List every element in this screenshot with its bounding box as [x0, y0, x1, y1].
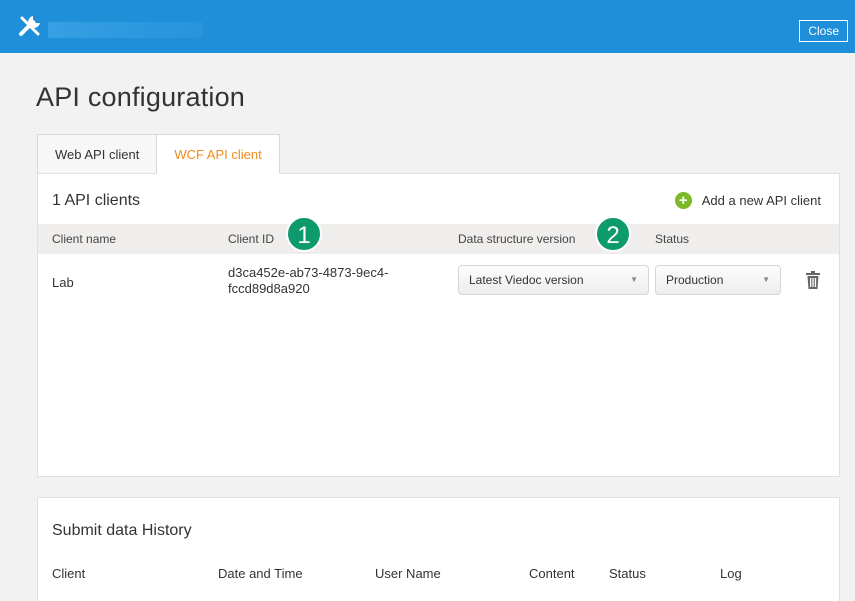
chevron-down-icon: ▼: [762, 275, 770, 284]
plus-icon: +: [674, 192, 692, 209]
add-api-client-label: Add a new API client: [701, 193, 821, 208]
history-title: Submit data History: [52, 522, 192, 539]
column-status: Status: [609, 566, 646, 581]
blurred-app-title: [48, 22, 203, 38]
column-log: Log: [720, 566, 742, 581]
tools-icon: [19, 16, 40, 36]
column-date-and-time: Date and Time: [218, 566, 303, 581]
column-client-id: Client ID: [228, 232, 275, 246]
tab-bar: Web API client WCF API client: [37, 134, 280, 174]
column-status: Status: [655, 232, 690, 246]
api-clients-count: 1 API clients: [52, 192, 141, 209]
data-structure-version-select[interactable]: Latest Viedoc version ▼: [458, 265, 649, 295]
column-client: Client: [52, 566, 86, 581]
status-select[interactable]: Production ▼: [655, 265, 781, 295]
top-bar: Close: [0, 0, 855, 53]
client-name: Lab: [52, 275, 74, 290]
trash-icon[interactable]: [806, 271, 820, 289]
tab-web-api-client[interactable]: Web API client: [37, 134, 158, 174]
client-id: d3ca452e-ab73-4873-9ec4- fccd89d8a920: [228, 265, 388, 297]
data-structure-version-value: Latest Viedoc version: [469, 273, 584, 287]
column-data-structure-version: Data structure version: [458, 232, 576, 246]
column-user-name: User Name: [375, 566, 441, 581]
column-client-name: Client name: [52, 232, 117, 246]
api-clients-panel: 1 API clients + Add a new API client Cli…: [37, 173, 840, 477]
client-id-line-2: fccd89d8a920: [228, 281, 310, 296]
client-id-line-1: d3ca452e-ab73-4873-9ec4-: [228, 265, 389, 280]
status-value: Production: [666, 273, 724, 287]
submit-data-history-panel: Submit data History Client Date and Time…: [37, 497, 840, 601]
chevron-down-icon: ▼: [630, 275, 638, 284]
callout-badge-2: 2: [595, 216, 631, 252]
tab-wcf-api-client[interactable]: WCF API client: [156, 134, 280, 174]
clients-table-header: Client name Client ID Data structure ver…: [38, 224, 839, 254]
column-content: Content: [529, 566, 575, 581]
page-title: API configuration: [36, 82, 246, 112]
add-api-client-button[interactable]: + Add a new API client: [674, 192, 821, 209]
callout-badge-1: 1: [286, 216, 322, 252]
close-button[interactable]: Close: [799, 20, 848, 42]
